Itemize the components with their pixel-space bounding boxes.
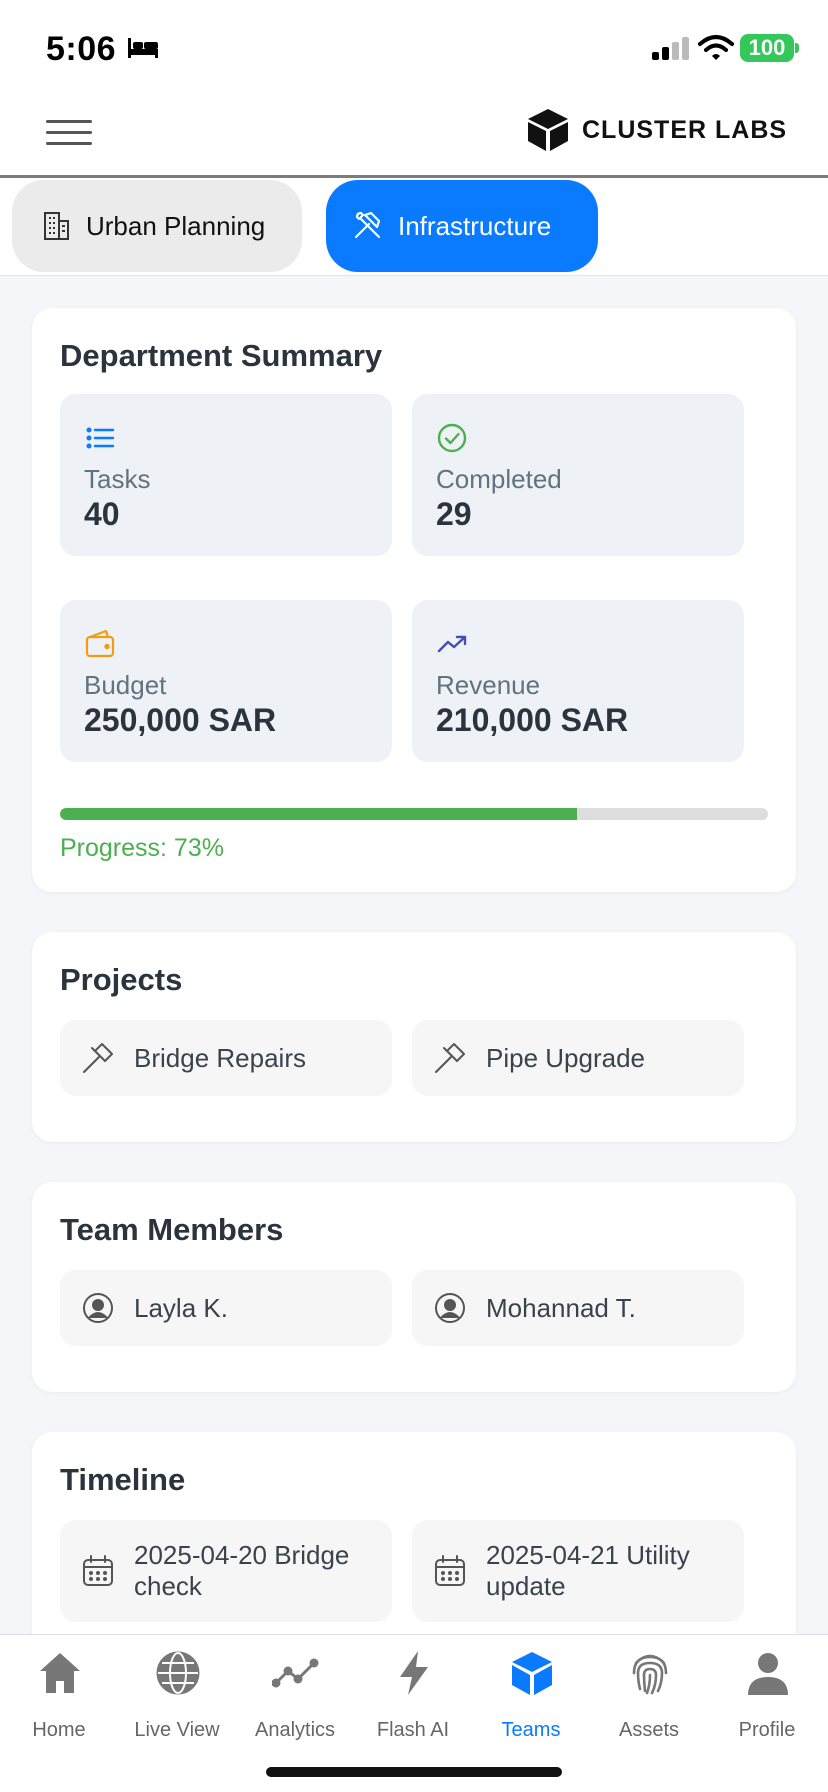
department-summary-card: Department Summary Tasks 40 Completed 29… [32, 308, 796, 892]
stat-value: 250,000 SAR [84, 702, 277, 738]
status-time: 5:06 [46, 30, 117, 68]
cellular-signal-icon [652, 37, 689, 60]
nav-label: Assets [618, 1719, 680, 1741]
home-icon [40, 1653, 80, 1693]
projects-card: Projects Bridge Repairs Pipe Upgrade [32, 932, 796, 1142]
calendar-icon [435, 1555, 465, 1586]
cube-icon [512, 1652, 552, 1695]
timeline-label: 2025-04-20 Bridge check [134, 1540, 350, 1601]
user-circle-icon [435, 1293, 465, 1323]
project-item[interactable]: Pipe Upgrade [412, 1020, 744, 1096]
nav-label: Flash AI [376, 1719, 450, 1741]
trending-up-icon [437, 635, 467, 653]
team-members-card: Team Members Layla K. Mohannad T. [32, 1182, 796, 1392]
menu-line [46, 142, 92, 145]
status-bar: 5:06 100 [0, 0, 828, 92]
project-item[interactable]: Bridge Repairs [60, 1020, 392, 1096]
hammer-icon [83, 1043, 113, 1073]
brand-name: CLUSTER LABS [582, 115, 788, 144]
project-label: Bridge Repairs [134, 1042, 306, 1073]
calendar-icon [83, 1555, 113, 1586]
analytics-icon [272, 1658, 319, 1688]
stat-value: 29 [436, 496, 472, 532]
stat-value: 210,000 SAR [436, 702, 629, 738]
team-member-name: Mohannad T. [486, 1292, 636, 1323]
brand-logo: CLUSTER LABS [526, 106, 787, 154]
nav-teams[interactable]: Teams [472, 1635, 590, 1753]
person-icon [748, 1653, 788, 1695]
card-title: Team Members [60, 1212, 284, 1247]
menu-line [46, 131, 92, 134]
bottom-navigation: Home Live View Analytics Flash AI Teams [0, 1634, 828, 1792]
progress-bar-fill [60, 808, 577, 820]
department-tabs: Urban Planning Infrastructure [0, 178, 828, 276]
timeline-item[interactable]: 2025-04-21 Utility update [412, 1520, 744, 1622]
wallet-icon [85, 629, 115, 658]
battery-tip [795, 43, 799, 53]
nav-label: Profile [738, 1719, 796, 1741]
project-label: Pipe Upgrade [486, 1042, 645, 1073]
nav-label: Live View [134, 1719, 220, 1741]
nav-label: Teams [501, 1719, 561, 1741]
building-icon [44, 212, 69, 240]
stat-budget: Budget 250,000 SAR [60, 600, 392, 762]
app-header: CLUSTER LABS [0, 92, 828, 178]
team-member-item[interactable]: Mohannad T. [412, 1270, 744, 1346]
wifi-icon [698, 35, 734, 60]
stat-value: 40 [84, 496, 120, 532]
timeline-item[interactable]: 2025-04-20 Bridge check [60, 1520, 392, 1622]
timeline-label: 2025-04-21 Utility update [486, 1540, 690, 1601]
nav-flash-ai[interactable]: Flash AI [354, 1635, 472, 1753]
card-title: Timeline [60, 1462, 186, 1497]
nav-home[interactable]: Home [0, 1635, 118, 1753]
user-circle-icon [83, 1293, 113, 1323]
tab-label: Urban Planning [86, 210, 266, 241]
home-indicator [266, 1767, 562, 1777]
progress-label: Progress: 73% [60, 834, 224, 862]
tools-icon [354, 211, 381, 239]
lightning-icon [400, 1651, 428, 1695]
tab-urban-planning[interactable]: Urban Planning [12, 180, 302, 272]
stat-label: Revenue [436, 670, 541, 700]
progress-bar [60, 808, 768, 820]
nav-analytics[interactable]: Analytics [236, 1635, 354, 1753]
battery-indicator: 100 [740, 34, 794, 62]
cube-logo-icon [528, 109, 568, 151]
team-member-name: Layla K. [134, 1292, 228, 1323]
nav-label: Analytics [254, 1719, 336, 1741]
stat-label: Tasks [84, 464, 151, 494]
nav-profile[interactable]: Profile [708, 1635, 826, 1753]
stat-label: Completed [436, 464, 562, 494]
list-icon [86, 427, 115, 449]
nav-label: Home [32, 1719, 86, 1741]
tab-label: Infrastructure [398, 210, 552, 241]
team-member-item[interactable]: Layla K. [60, 1270, 392, 1346]
tab-infrastructure[interactable]: Infrastructure [326, 180, 598, 272]
sleep-focus-icon [128, 38, 158, 58]
menu-line [46, 120, 92, 123]
nav-live-view[interactable]: Live View [118, 1635, 236, 1753]
menu-button[interactable] [46, 112, 94, 152]
stat-tasks: Tasks 40 [60, 394, 392, 556]
check-circle-icon [437, 423, 467, 453]
nav-assets[interactable]: Assets [590, 1635, 708, 1753]
card-title: Department Summary [60, 338, 383, 373]
stat-label: Budget [84, 670, 167, 700]
hammer-icon [435, 1043, 465, 1073]
fingerprint-icon [632, 1654, 668, 1695]
globe-icon [156, 1651, 200, 1695]
card-title: Projects [60, 962, 183, 997]
stat-revenue: Revenue 210,000 SAR [412, 600, 744, 762]
stat-completed: Completed 29 [412, 394, 744, 556]
